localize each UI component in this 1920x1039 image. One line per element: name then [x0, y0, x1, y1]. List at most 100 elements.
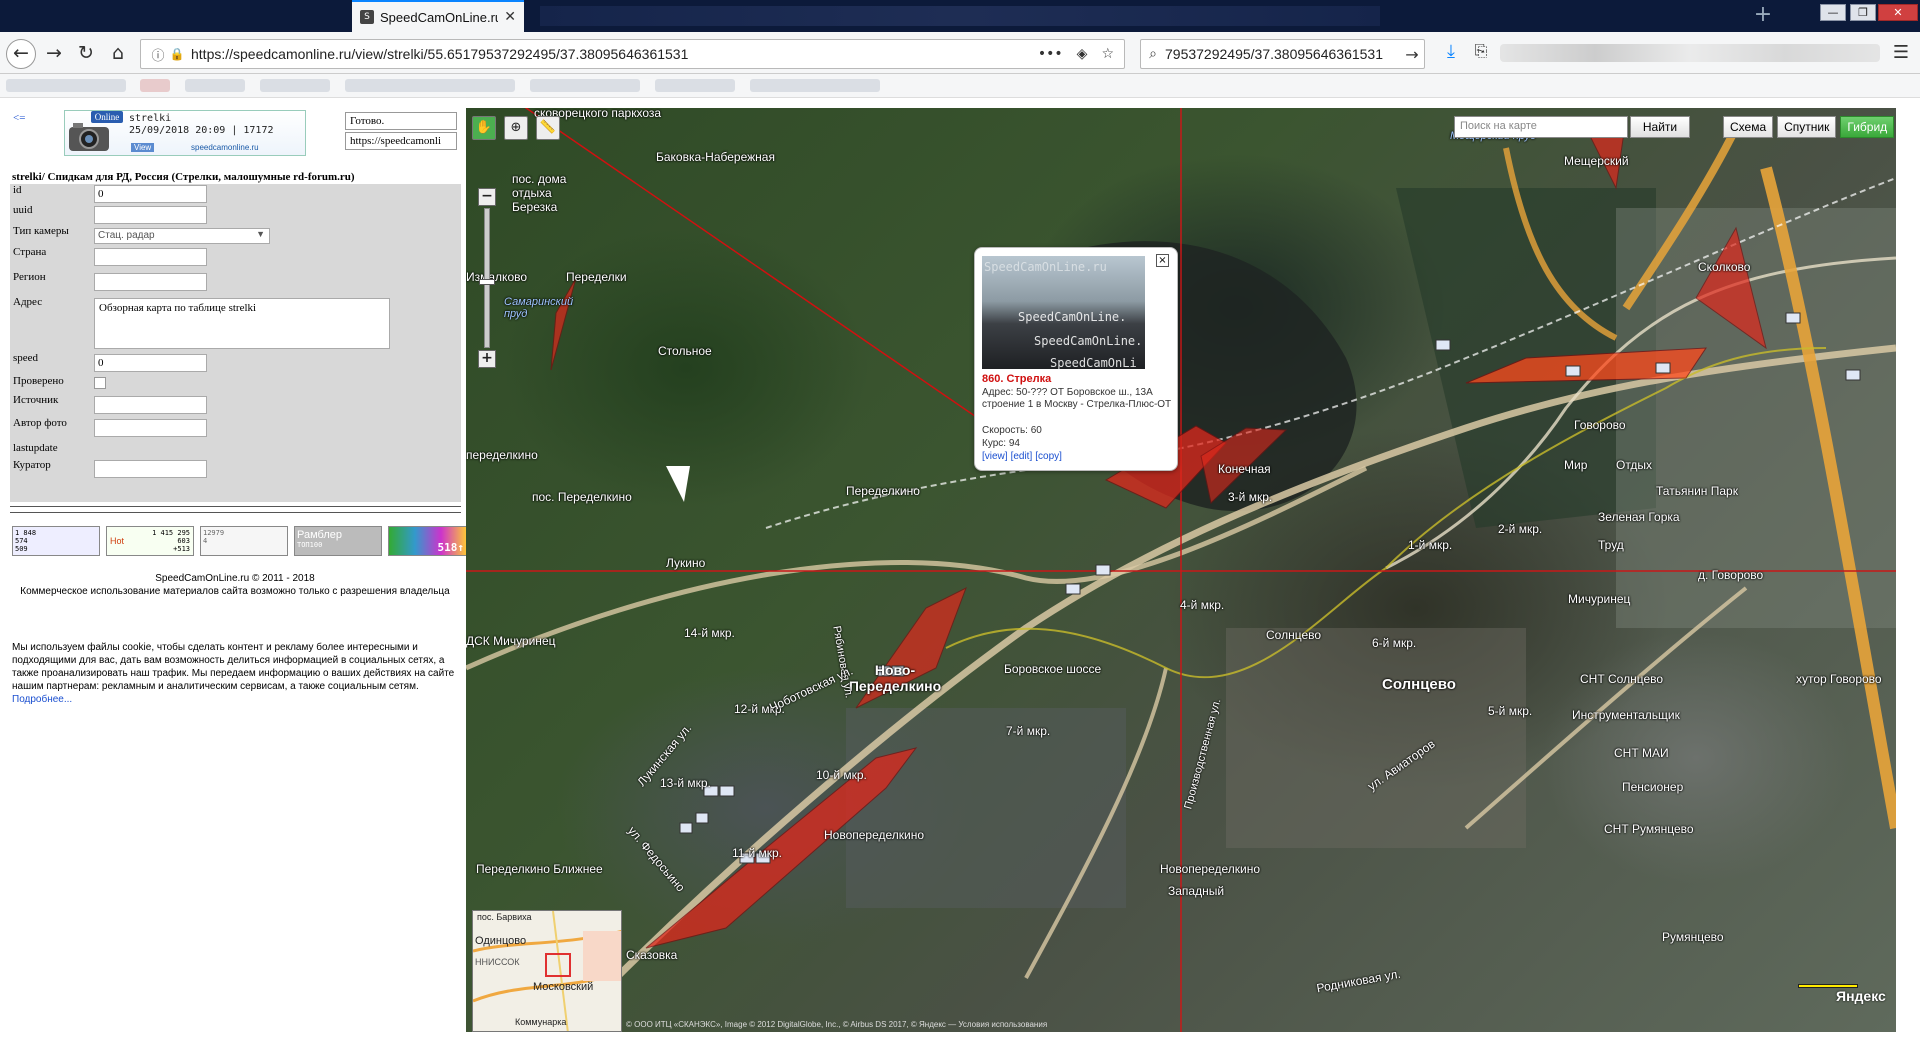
- map-search-input[interactable]: Поиск на карте: [1454, 116, 1628, 138]
- download-icon[interactable]: ⤓: [1440, 41, 1462, 65]
- close-tab-icon[interactable]: ✕: [504, 9, 516, 25]
- address-bar[interactable]: ⓘ 🔒 https://speedcamonline.ru/view/strel…: [140, 39, 1125, 69]
- form-title: strelki/ Спидкам для РД, Россия (Стрелки…: [12, 171, 355, 183]
- map-view[interactable]: сковорецкого паркхоза Баковка-Набережная…: [466, 108, 1896, 1032]
- map-label: 1-й мкр.: [1408, 538, 1453, 552]
- photo-author-label: Автор фото: [13, 417, 67, 429]
- minimize-window-icon[interactable]: —: [1820, 4, 1846, 21]
- id-label: id: [13, 184, 22, 196]
- zoom-area-icon[interactable]: ⊕: [504, 116, 528, 140]
- counter-liveinternet[interactable]: 1 848 574 509: [12, 526, 100, 556]
- cookie-more-link[interactable]: Подробнее...: [12, 694, 72, 705]
- library-icon[interactable]: ⎘: [1470, 41, 1492, 65]
- ruler-icon[interactable]: 📏: [536, 116, 560, 140]
- map-type-hybrid[interactable]: Гибрид: [1840, 116, 1895, 138]
- home-icon[interactable]: ⌂: [106, 42, 130, 66]
- map-label: 13-й мкр.: [660, 776, 711, 790]
- yandex-logo[interactable]: Яндекс: [1836, 988, 1886, 1004]
- map-label: Мещерский: [1564, 154, 1629, 168]
- map-label: хутор Говорово: [1796, 672, 1882, 686]
- map-label: Татьянин Парк: [1656, 484, 1738, 498]
- map-label: Инструментальщик: [1572, 708, 1680, 722]
- back-link[interactable]: <=: [13, 112, 25, 124]
- divider: [10, 512, 461, 513]
- info-icon[interactable]: ⓘ: [147, 45, 169, 64]
- map-label: Пенсионер: [1622, 780, 1684, 794]
- view-link[interactable]: [view]: [982, 451, 1008, 462]
- uuid-field[interactable]: [94, 206, 207, 224]
- map-search-button[interactable]: Найти: [1630, 116, 1690, 138]
- map-label: Баковка-Набережная: [656, 150, 775, 164]
- map-label: Боровское шоссе: [1004, 662, 1102, 676]
- id-field[interactable]: 0: [94, 185, 207, 203]
- pocket-icon[interactable]: ◈: [1077, 46, 1088, 62]
- map-label: 5-й мкр.: [1488, 704, 1533, 718]
- counter-hotlog[interactable]: Hot 1 415 295 603 +513: [106, 526, 194, 556]
- map-label: пос. дома отдыха Березка: [512, 172, 567, 214]
- edit-link[interactable]: [edit]: [1011, 451, 1033, 462]
- hamburger-menu-icon[interactable]: ☰: [1890, 42, 1912, 64]
- search-go-icon[interactable]: →: [1400, 45, 1424, 64]
- map-label: СНТ МАИ: [1614, 746, 1669, 760]
- camera-type-select[interactable]: Стац. радар ▼: [94, 228, 270, 244]
- photo-author-field[interactable]: [94, 419, 207, 437]
- zoom-handle[interactable]: [479, 279, 495, 285]
- map-type-satellite[interactable]: Спутник: [1777, 116, 1837, 138]
- map-label: СНТ Румянцево: [1604, 822, 1694, 836]
- bookmark-star-icon[interactable]: ☆: [1101, 46, 1114, 62]
- map-label: Лукино: [666, 556, 706, 570]
- reload-icon[interactable]: ↻: [74, 42, 98, 66]
- map-label: 10-й мкр.: [816, 768, 867, 782]
- url-field[interactable]: https://speedcamonli: [345, 132, 457, 150]
- close-window-icon[interactable]: ✕: [1878, 4, 1918, 21]
- overview-minimap[interactable]: пос. Барвиха Одинцово ННИССОК Московский…: [472, 910, 622, 1032]
- forward-icon[interactable]: →: [42, 42, 66, 66]
- pan-hand-icon[interactable]: ✋: [472, 116, 496, 140]
- speed-field[interactable]: 0: [94, 354, 207, 372]
- new-tab-icon[interactable]: +: [1750, 2, 1776, 28]
- camera-photo[interactable]: SpeedCamOnLine.ru SpeedCamOnLine. SpeedC…: [982, 256, 1145, 369]
- close-icon[interactable]: ×: [1156, 254, 1169, 267]
- uuid-label: uuid: [13, 204, 33, 216]
- map-type-scheme[interactable]: Схема: [1723, 116, 1774, 138]
- counter-stats[interactable]: 12979 4: [200, 526, 288, 556]
- bookmarks-bar: [0, 74, 1920, 98]
- map-label: 14-й мкр.: [684, 626, 735, 640]
- camera-card[interactable]: Online strelki 25/09/2018 20:09 | 17172 …: [64, 110, 306, 156]
- copy-link[interactable]: [copy]: [1035, 451, 1062, 462]
- region-field[interactable]: [94, 273, 207, 291]
- address-textarea[interactable]: Обзорная карта по таблице strelki: [94, 298, 390, 349]
- map-label: Конечная: [1218, 462, 1271, 476]
- search-text[interactable]: 79537292495/37.38095646361531: [1165, 46, 1400, 62]
- map-label: СНТ Солнцево: [1580, 672, 1664, 686]
- source-field[interactable]: [94, 396, 207, 414]
- source-label: Источник: [13, 394, 59, 406]
- verified-label: Проверено: [13, 375, 64, 387]
- zoom-in-button[interactable]: +: [478, 350, 496, 368]
- maximize-window-icon[interactable]: ❐: [1850, 4, 1876, 21]
- url-text[interactable]: https://speedcamonline.ru/view/strelki/5…: [191, 46, 1038, 62]
- counter-colored[interactable]: 518↑: [388, 526, 468, 556]
- camera-type-value: Стац. радар: [98, 230, 155, 241]
- verified-checkbox[interactable]: [94, 377, 106, 389]
- country-field[interactable]: [94, 248, 207, 266]
- back-icon[interactable]: ←: [6, 39, 36, 69]
- curator-field[interactable]: [94, 460, 207, 478]
- map-label: 7-й мкр.: [1006, 724, 1051, 738]
- map-label: Зеленая Горка: [1598, 510, 1680, 524]
- map-label: Румянцево: [1662, 930, 1724, 944]
- map-label: Ново-Переделкино: [848, 662, 942, 694]
- zoom-slider[interactable]: [479, 208, 495, 348]
- counter-rambler[interactable]: Рамблер ТОП100: [294, 526, 382, 556]
- minimap-viewport[interactable]: [545, 953, 571, 977]
- map-type-switcher: Схема Спутник Гибрид: [1723, 116, 1895, 138]
- zoom-out-button[interactable]: −: [478, 188, 496, 206]
- search-bar[interactable]: ⌕ 79537292495/37.38095646361531 →: [1140, 39, 1425, 69]
- tab-speedcamonline[interactable]: S SpeedCamOnLine.ru ✕: [352, 0, 524, 32]
- camera-site: speedcamonline.ru: [191, 143, 259, 152]
- tab-title: SpeedCamOnLine.ru: [380, 9, 499, 25]
- map-label: Новопеределкино: [1160, 862, 1261, 876]
- map-label: Солнцево: [1266, 628, 1322, 642]
- more-actions-icon[interactable]: •••: [1038, 46, 1063, 62]
- map-label: пос. Переделкино: [532, 490, 632, 504]
